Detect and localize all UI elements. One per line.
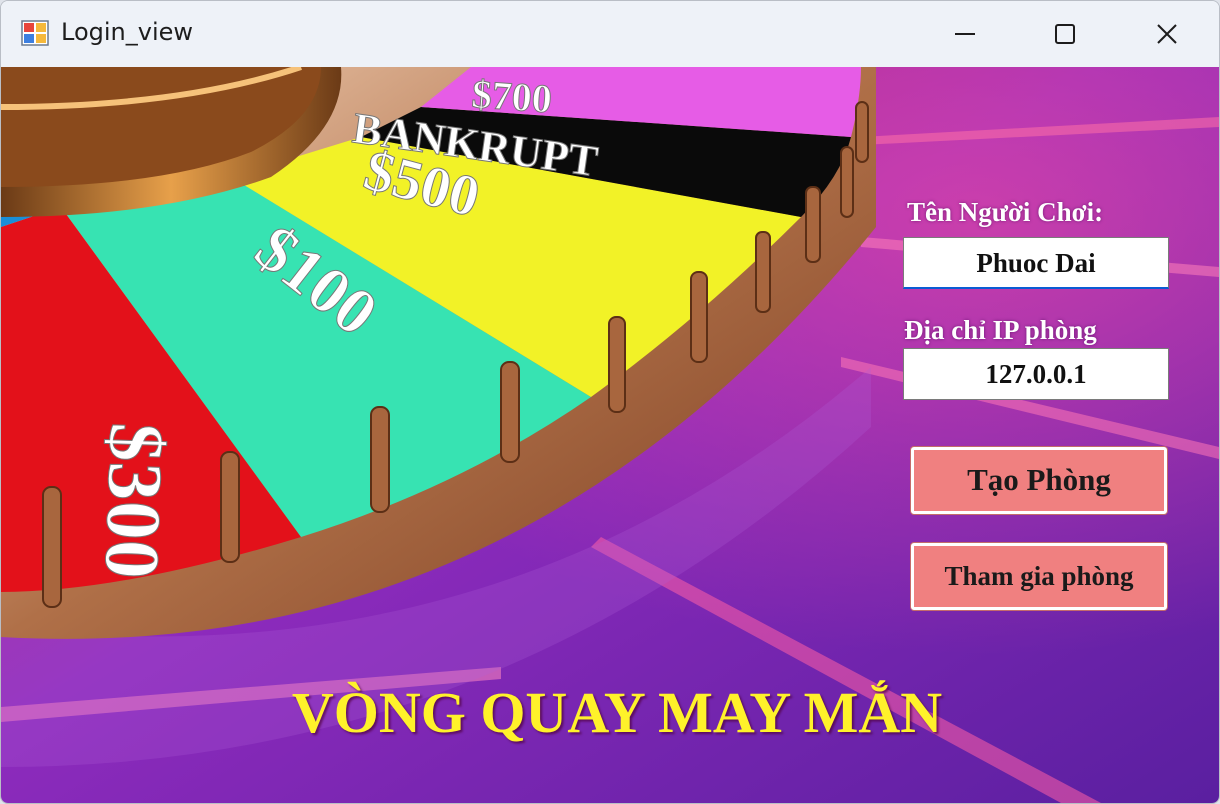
close-icon: [1157, 24, 1177, 44]
close-button[interactable]: [1117, 1, 1217, 67]
login-window: Login_view $300 $100 $500 BANKRUPT $700 …: [0, 0, 1220, 804]
join-room-button[interactable]: Tham gia phòng: [911, 543, 1167, 610]
room-ip-label: Địa chỉ IP phòng: [904, 315, 1097, 345]
window-title: Login_view: [61, 18, 194, 46]
maximize-button[interactable]: [1015, 1, 1115, 67]
minimize-button[interactable]: [915, 1, 1015, 67]
minimize-icon: [955, 33, 975, 35]
main-panel: $300 $100 $500 BANKRUPT $700 Tên Người C…: [1, 67, 1219, 803]
wheel-segment-700: $700: [470, 71, 553, 121]
maximize-icon: [1055, 24, 1075, 44]
app-icon: [21, 20, 49, 46]
player-name-input[interactable]: Phuoc Dai: [903, 237, 1169, 289]
player-name-label: Tên Người Chơi:: [907, 197, 1104, 227]
create-room-button[interactable]: Tạo Phòng: [911, 447, 1167, 514]
wheel-segment-300: $300: [89, 421, 181, 580]
room-ip-input[interactable]: 127.0.0.1: [903, 348, 1169, 400]
title-bar[interactable]: Login_view: [1, 1, 1219, 67]
game-title: VÒNG QUAY MAY MẮN: [291, 680, 943, 745]
